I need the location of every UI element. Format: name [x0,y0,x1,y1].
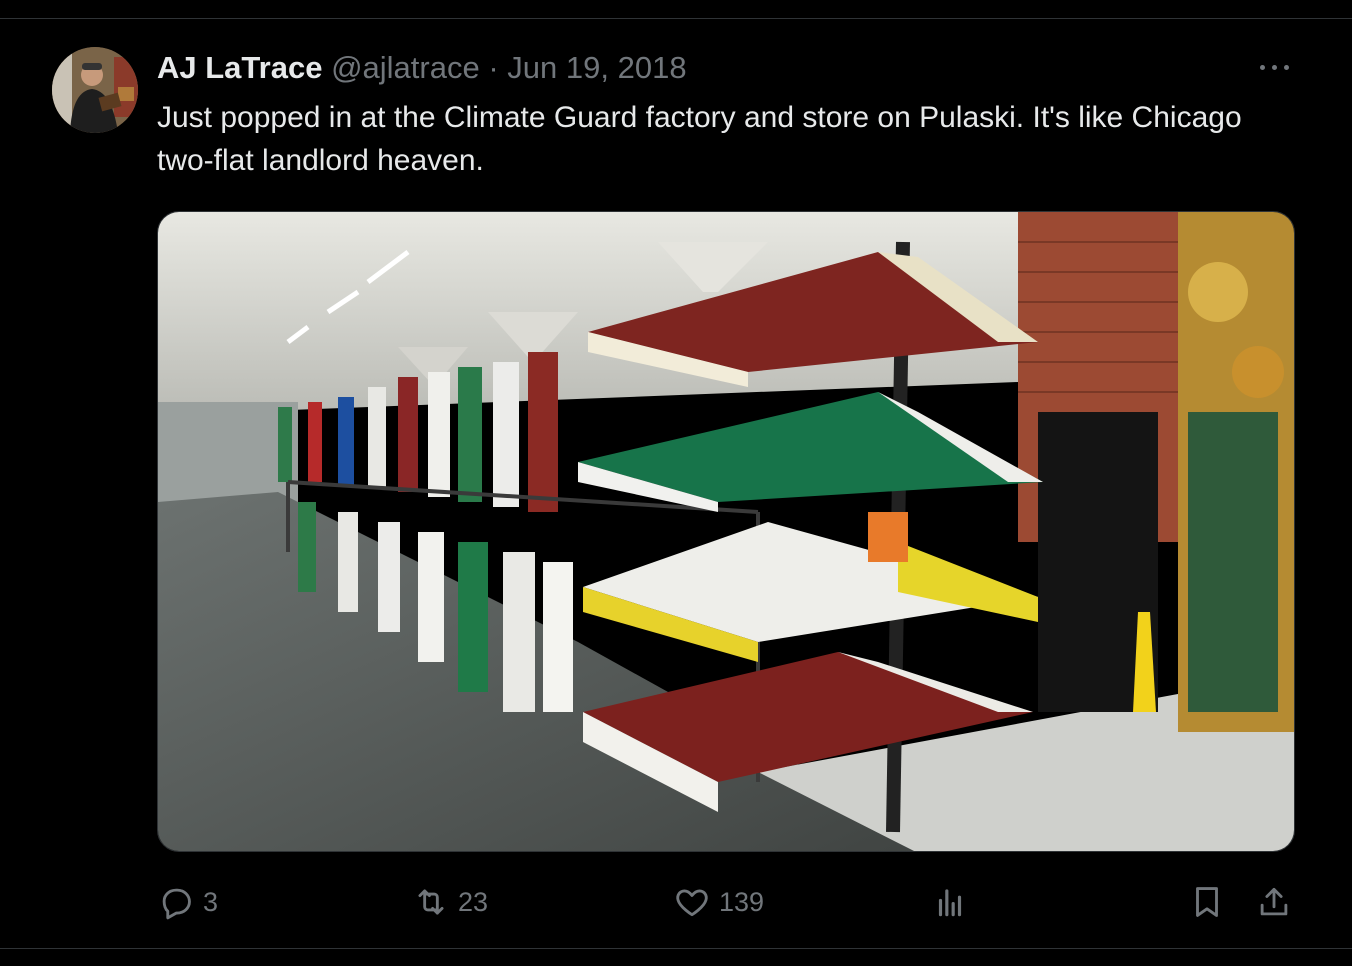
top-divider [0,18,1352,19]
like-count: 139 [719,886,765,917]
reply-button[interactable]: 3 [157,880,218,924]
media-photo [158,212,1294,851]
author-handle[interactable]: @ajlatrace [331,50,480,85]
repost-icon [418,889,444,915]
tweet-media[interactable] [157,211,1295,852]
repost-button[interactable]: 23 [412,880,488,924]
separator: · [488,50,499,85]
action-bar: 3 23 139 [0,880,1352,924]
avatar[interactable] [52,47,138,133]
author-name[interactable]: AJ LaTrace [157,50,322,85]
bottom-divider [0,948,1352,949]
avatar-photo [52,47,138,133]
like-icon [676,889,708,917]
more-options-icon[interactable] [1258,56,1292,80]
reply-count: 3 [203,886,219,917]
tweet-text: Just popped in at the Climate Guard fact… [157,101,1242,177]
repost-count: 23 [458,886,489,917]
reply-icon [162,888,191,920]
like-button[interactable]: 139 [673,880,764,924]
share-button[interactable] [1255,880,1293,924]
share-icon [1260,887,1288,916]
views-button[interactable] [931,880,969,924]
bookmark-button[interactable] [1188,880,1226,924]
tweet-header: AJ LaTrace @ajlatrace · Jun 19, 2018 [157,48,687,88]
tweet-date[interactable]: Jun 19, 2018 [507,50,686,85]
views-icon [938,889,962,917]
bookmark-icon [1196,887,1218,917]
